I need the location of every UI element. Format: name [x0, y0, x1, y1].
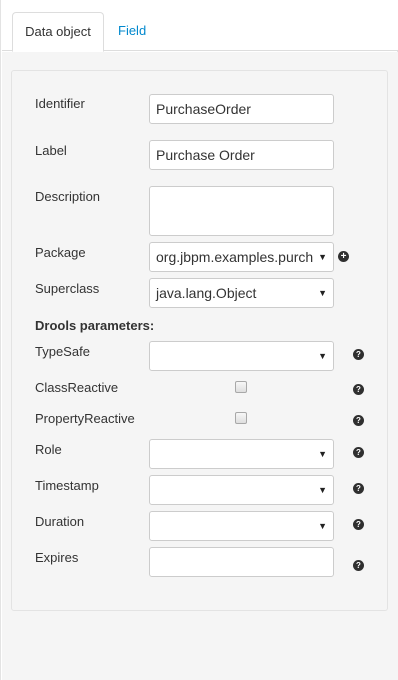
classreactive-label: ClassReactive	[35, 380, 119, 395]
package-label: Package	[35, 245, 86, 260]
superclass-label: Superclass	[35, 281, 100, 296]
role-label: Role	[35, 442, 62, 457]
package-select[interactable]: org.jbpm.examples.purch ▼	[149, 242, 334, 272]
propertyreactive-checkbox[interactable]	[235, 412, 247, 424]
typesafe-select[interactable]: ▼	[149, 341, 334, 371]
editor-window: Data object Field Identifier PurchaseOrd…	[0, 0, 398, 680]
description-textarea[interactable]	[149, 186, 334, 236]
timestamp-help-icon[interactable]: ?	[353, 483, 364, 494]
chevron-down-icon: ▼	[318, 521, 327, 531]
duration-help-icon[interactable]: ?	[353, 519, 364, 530]
tab-bar: Data object Field	[2, 0, 398, 52]
duration-label: Duration	[35, 514, 85, 529]
package-value: org.jbpm.examples.purch	[156, 249, 314, 265]
label-input[interactable]: Purchase Order	[149, 140, 334, 170]
tab-data-object[interactable]: Data object	[12, 12, 104, 52]
identifier-input[interactable]: PurchaseOrder	[149, 94, 334, 124]
expires-help-icon[interactable]: ?	[353, 560, 364, 571]
tab-field[interactable]: Field	[106, 12, 158, 52]
timestamp-label: Timestamp	[35, 478, 99, 493]
duration-select[interactable]: ▼	[149, 511, 334, 541]
chevron-down-icon: ▼	[318, 351, 327, 361]
label-label: Label	[35, 143, 67, 158]
timestamp-select[interactable]: ▼	[149, 475, 334, 505]
expires-input[interactable]	[149, 547, 334, 577]
superclass-select[interactable]: java.lang.Object ▼	[149, 278, 334, 308]
label-value: Purchase Order	[156, 147, 255, 163]
superclass-value: java.lang.Object	[156, 285, 257, 301]
propertyreactive-label: PropertyReactive	[35, 411, 135, 426]
add-package-icon[interactable]: +	[338, 251, 349, 262]
typesafe-help-icon[interactable]: ?	[353, 349, 364, 360]
role-help-icon[interactable]: ?	[353, 447, 364, 458]
drools-parameters-heading: Drools parameters:	[35, 318, 155, 333]
chevron-down-icon: ▼	[318, 449, 327, 459]
chevron-down-icon: ▼	[318, 485, 327, 495]
classreactive-checkbox[interactable]	[235, 381, 247, 393]
chevron-down-icon: ▼	[318, 252, 327, 262]
description-label: Description	[35, 189, 101, 204]
propertyreactive-help-icon[interactable]: ?	[353, 415, 364, 426]
expires-label: Expires	[35, 550, 79, 565]
classreactive-help-icon[interactable]: ?	[353, 384, 364, 395]
role-select[interactable]: ▼	[149, 439, 334, 469]
chevron-down-icon: ▼	[318, 288, 327, 298]
typesafe-label: TypeSafe	[35, 344, 90, 359]
identifier-value: PurchaseOrder	[156, 101, 251, 117]
identifier-label: Identifier	[35, 96, 85, 111]
